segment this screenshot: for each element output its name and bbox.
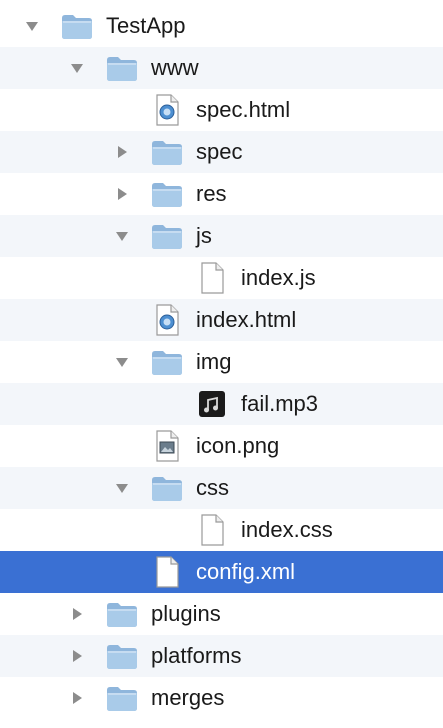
tree-row-index-css[interactable]: index.css: [0, 509, 443, 551]
disclosure-expanded-icon[interactable]: [114, 228, 130, 244]
tree-row-label: spec.html: [196, 97, 291, 122]
disclosure-expanded-icon[interactable]: [24, 18, 40, 34]
tree-row-label: img: [196, 349, 232, 374]
disclosure-collapsed-icon[interactable]: [114, 186, 130, 202]
tree-row-label: platforms: [151, 643, 242, 668]
tree-row-spec-html[interactable]: spec.html: [0, 89, 443, 131]
disclosure-expanded-icon[interactable]: [69, 60, 85, 76]
tree-row-label: js: [196, 223, 212, 248]
html-file-icon: [150, 303, 184, 337]
tree-row-label: icon.png: [196, 433, 280, 458]
folder-icon: [150, 471, 184, 505]
tree-row-fail-mp3[interactable]: fail.mp3: [0, 383, 443, 425]
folder-icon: [105, 51, 139, 85]
tree-row-testapp[interactable]: TestApp: [0, 5, 443, 47]
tree-row-plugins[interactable]: plugins: [0, 593, 443, 635]
css-file-icon: [195, 513, 229, 547]
disclosure-collapsed-icon[interactable]: [69, 690, 85, 706]
audio-file-icon: [195, 387, 229, 421]
disclosure-collapsed-icon[interactable]: [114, 144, 130, 160]
tree-row-config-xml[interactable]: config.xml: [0, 551, 443, 593]
tree-row-img[interactable]: img: [0, 341, 443, 383]
folder-icon: [105, 639, 139, 673]
disclosure-expanded-icon[interactable]: [114, 480, 130, 496]
xml-file-icon: [150, 555, 184, 589]
tree-row-label: www: [151, 55, 199, 80]
tree-row-label: index.css: [241, 517, 333, 542]
tree-row-label: config.xml: [196, 559, 296, 584]
tree-row-icon-png[interactable]: icon.png: [0, 425, 443, 467]
tree-row-label: fail.mp3: [241, 391, 319, 416]
tree-row-label: TestApp: [106, 13, 186, 38]
tree-row-label: css: [196, 475, 229, 500]
tree-row-www[interactable]: www: [0, 47, 443, 89]
tree-row-index-html[interactable]: index.html: [0, 299, 443, 341]
disclosure-expanded-icon[interactable]: [114, 354, 130, 370]
folder-icon: [105, 597, 139, 631]
tree-row-merges[interactable]: merges: [0, 677, 443, 719]
image-file-icon: [150, 429, 184, 463]
folder-icon: [60, 9, 94, 43]
folder-icon: [150, 177, 184, 211]
folder-icon: [150, 219, 184, 253]
tree-row-platforms[interactable]: platforms: [0, 635, 443, 677]
js-file-icon: [195, 261, 229, 295]
disclosure-collapsed-icon[interactable]: [69, 648, 85, 664]
html-file-icon: [150, 93, 184, 127]
tree-row-label: index.js: [241, 265, 316, 290]
tree-row-label: index.html: [196, 307, 297, 332]
tree-row-label: merges: [151, 685, 225, 710]
folder-icon: [150, 135, 184, 169]
tree-row-label: spec: [196, 139, 243, 164]
folder-icon: [105, 681, 139, 715]
tree-row-index-js[interactable]: index.js: [0, 257, 443, 299]
tree-row-res[interactable]: res: [0, 173, 443, 215]
tree-row-label: res: [196, 181, 227, 206]
file-tree: TestApp www spec.html spec res js index.js inde…: [0, 0, 443, 728]
folder-icon: [150, 345, 184, 379]
tree-row-label: plugins: [151, 601, 221, 626]
tree-row-css[interactable]: css: [0, 467, 443, 509]
disclosure-collapsed-icon[interactable]: [69, 606, 85, 622]
tree-row-js[interactable]: js: [0, 215, 443, 257]
tree-row-spec[interactable]: spec: [0, 131, 443, 173]
